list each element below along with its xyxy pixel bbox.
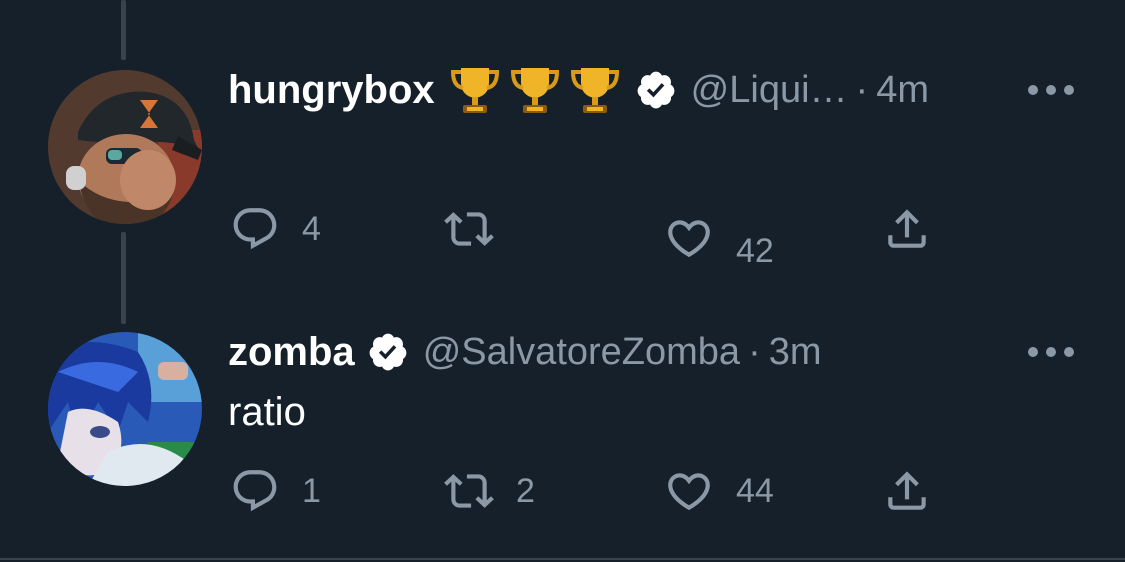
share-button[interactable] (882, 204, 932, 254)
like-button[interactable]: 42 (664, 204, 774, 271)
share-icon (888, 209, 926, 248)
reply-button[interactable]: 4 (230, 204, 321, 254)
verified-badge-icon (369, 333, 407, 371)
retweet-button[interactable]: 2 (444, 466, 535, 516)
tweet-header: hungrybox @Liqui… · 4m (228, 60, 929, 120)
share-icon (888, 471, 926, 510)
separator-dot: · (855, 68, 869, 111)
divider (0, 558, 1125, 560)
tweet-thread: hungrybox @Liqui… · 4m 4 42 zomba @Salva… (0, 0, 1125, 562)
like-icon (668, 473, 710, 511)
reply-count: 4 (302, 209, 321, 248)
tweet-header: zomba @SalvatoreZomba · 3m (228, 322, 822, 382)
like-button[interactable]: 44 (664, 466, 774, 516)
avatar-zomba[interactable] (48, 332, 202, 486)
trophy-icon (510, 68, 559, 113)
retweet-count: 2 (516, 471, 535, 510)
display-name[interactable]: zomba (228, 330, 355, 375)
tweet-text: ratio (228, 390, 306, 434)
reply-count: 1 (302, 471, 321, 510)
thread-line-middle (121, 232, 126, 324)
retweet-icon (444, 474, 494, 508)
share-button[interactable] (882, 466, 932, 516)
like-count: 42 (736, 232, 774, 270)
user-handle[interactable]: @SalvatoreZomba (423, 331, 740, 374)
more-options-icon[interactable] (1028, 342, 1074, 362)
retweet-button[interactable] (444, 204, 516, 254)
reply-button[interactable]: 1 (230, 466, 321, 516)
reply-icon (233, 208, 277, 250)
like-count: 44 (736, 471, 774, 510)
avatar-hungrybox[interactable] (48, 70, 202, 224)
verified-badge-icon (637, 71, 675, 109)
user-handle[interactable]: @Liqui… (691, 69, 848, 112)
thread-line-top (121, 0, 126, 60)
trophy-icon (570, 68, 619, 113)
timestamp[interactable]: 3m (769, 331, 822, 374)
trophy-emojis (447, 62, 623, 118)
more-options-icon[interactable] (1028, 80, 1074, 100)
display-name[interactable]: hungrybox (228, 68, 435, 113)
retweet-icon (444, 212, 494, 246)
trophy-icon (450, 68, 499, 113)
reply-icon (233, 470, 277, 512)
separator-dot: · (748, 330, 761, 373)
timestamp[interactable]: 4m (876, 69, 929, 112)
like-icon (668, 219, 710, 257)
